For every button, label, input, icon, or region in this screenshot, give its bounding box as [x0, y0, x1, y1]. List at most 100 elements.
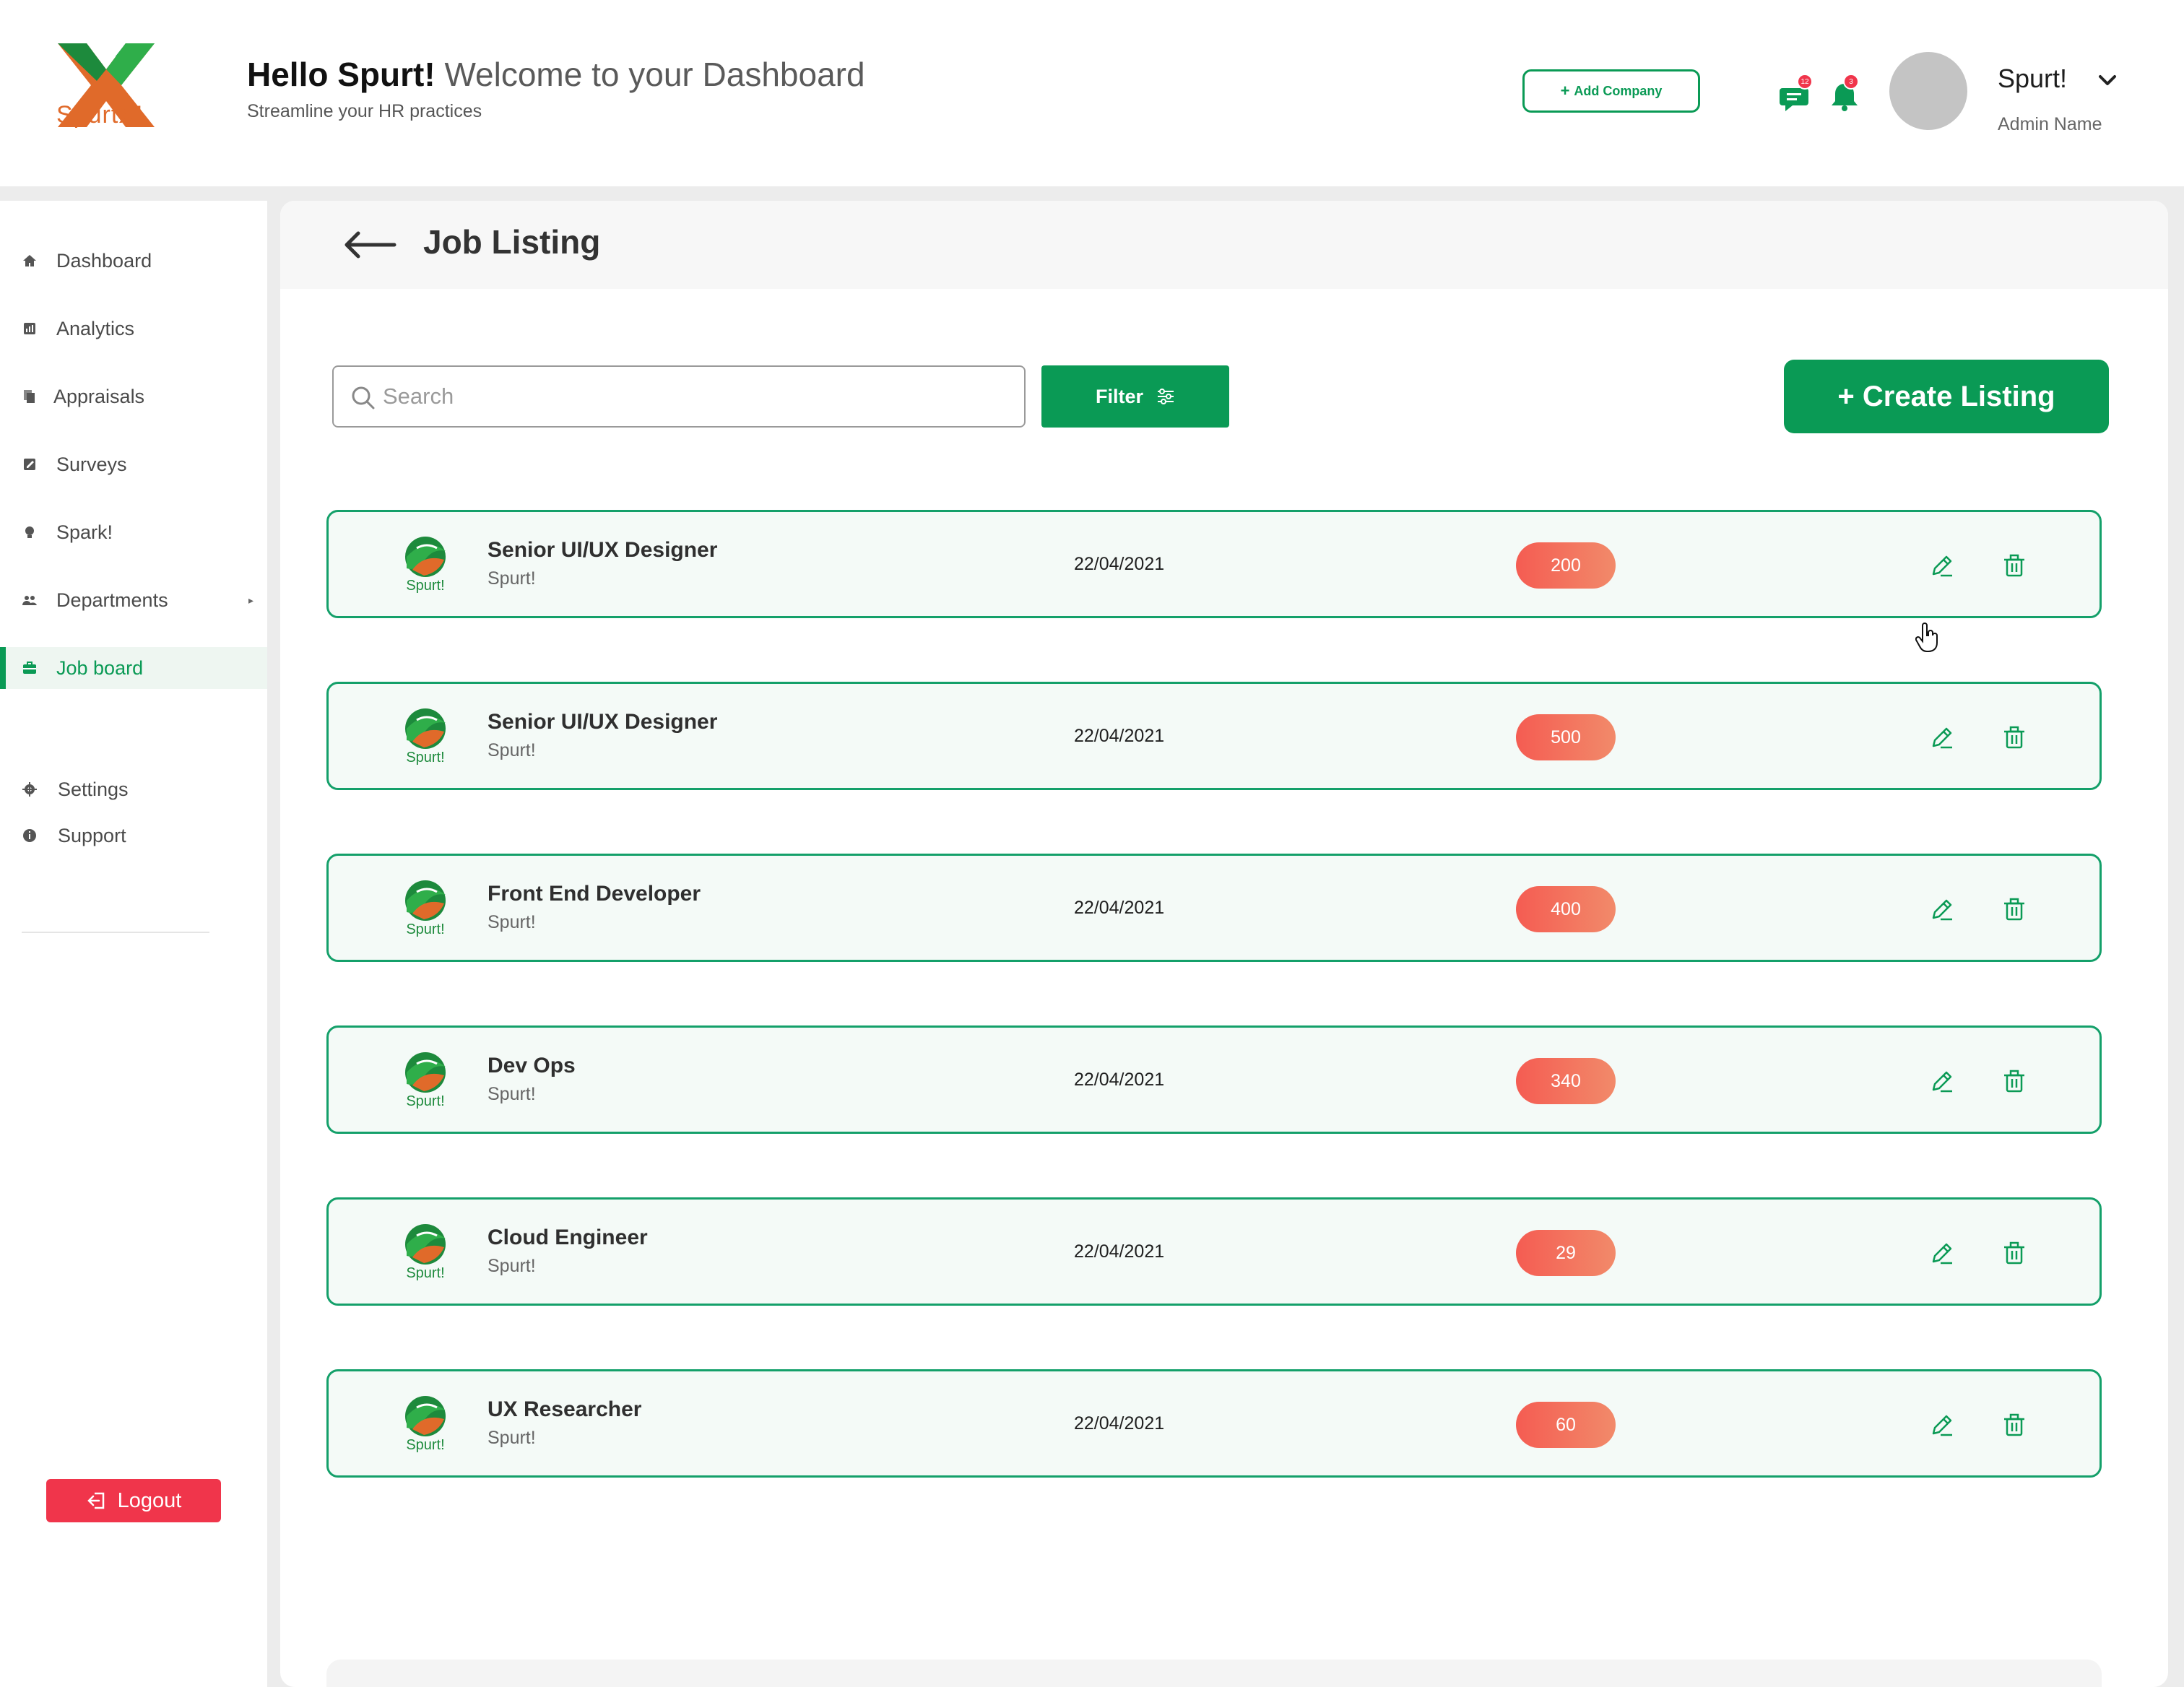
job-company: Spurt! [488, 1256, 536, 1276]
main-panel: Job Listing Filter + Create Listing Spur… [280, 201, 2168, 1687]
sidebar-item-label: Dashboard [56, 249, 152, 272]
notifications-badge: 3 [1843, 74, 1859, 90]
add-company-label: Add Company [1574, 83, 1663, 98]
messages-badge: 12 [1797, 74, 1813, 90]
trash-icon[interactable] [2001, 1068, 2027, 1094]
job-title: Dev Ops [488, 1054, 576, 1077]
trash-icon[interactable] [2001, 724, 2027, 750]
company-logo: Spurt! [405, 1224, 446, 1280]
search-icon [352, 386, 375, 409]
trash-icon[interactable] [2001, 1412, 2027, 1438]
spark-icon [25, 526, 34, 538]
applicant-count-badge[interactable]: 60 [1516, 1402, 1616, 1448]
company-logo-text: Spurt! [406, 1437, 444, 1452]
edit-icon[interactable] [1929, 896, 1955, 922]
company-logo-text: Spurt! [406, 1093, 444, 1109]
create-listing-button[interactable]: + Create Listing [1784, 360, 2109, 433]
survey-icon [24, 459, 35, 470]
edit-icon[interactable] [1929, 724, 1955, 750]
search-box[interactable] [332, 365, 1026, 428]
logout-icon [87, 1492, 104, 1509]
sliders-icon [1158, 389, 1174, 404]
sidebar-item-label: Appraisals [53, 385, 145, 407]
edit-icon[interactable] [1929, 552, 1955, 578]
applicant-count-badge[interactable]: 340 [1516, 1058, 1616, 1104]
caret-right-icon: ▸ [248, 594, 254, 606]
sidebar-item-label: Surveys [56, 453, 127, 475]
trash-icon[interactable] [2001, 1240, 2027, 1266]
job-card[interactable]: Spurt! Senior UI/UX Designer Spurt! 22/0… [326, 510, 2102, 618]
sidebar-item-appraisals[interactable]: Appraisals [0, 376, 267, 417]
scroll-footer [326, 1660, 2102, 1687]
job-company: Spurt! [488, 912, 536, 932]
plus-icon: + [1560, 82, 1570, 100]
job-card[interactable]: Spurt! Cloud Engineer Spurt! 22/04/2021 … [326, 1197, 2102, 1306]
applicant-count-badge[interactable]: 29 [1516, 1230, 1616, 1276]
company-logo-text: Spurt! [406, 578, 444, 593]
logo-text: SpurtX! [56, 101, 144, 129]
sidebar-item-dashboard[interactable]: Dashboard [0, 240, 267, 282]
briefcase-icon [23, 662, 36, 674]
greeting: Hello Spurt! Welcome to your Dashboard [247, 55, 865, 94]
job-card[interactable]: Spurt! Senior UI/UX Designer Spurt! 22/0… [326, 682, 2102, 790]
sidebar-item-support[interactable]: Support [0, 815, 267, 856]
gear-icon [22, 782, 37, 797]
user-name[interactable]: Spurt! [1998, 64, 2067, 94]
applicant-count-badge[interactable]: 200 [1516, 542, 1616, 589]
people-icon [22, 596, 37, 605]
job-title: Front End Developer [488, 882, 701, 906]
applicant-count-badge[interactable]: 400 [1516, 886, 1616, 932]
filter-button[interactable]: Filter [1041, 365, 1229, 428]
sidebar-item-label: Departments [56, 589, 168, 611]
company-logo: Spurt! [405, 537, 446, 593]
search-input[interactable] [383, 367, 1011, 426]
sidebar-item-settings[interactable]: Settings [0, 768, 267, 810]
logout-button[interactable]: Logout [46, 1479, 221, 1522]
job-card[interactable]: Spurt! UX Researcher Spurt! 22/04/2021 6… [326, 1369, 2102, 1478]
job-company: Spurt! [488, 1084, 536, 1104]
add-company-button[interactable]: + Add Company [1522, 69, 1700, 113]
job-date: 22/04/2021 [1074, 1241, 1165, 1262]
sidebar-item-spark[interactable]: Spark! [0, 511, 267, 553]
sidebar-item-label: Support [58, 824, 126, 846]
job-company: Spurt! [488, 740, 536, 760]
divider [22, 932, 209, 933]
sidebar-item-analytics[interactable]: Analytics [0, 308, 267, 350]
filter-label: Filter [1095, 385, 1143, 407]
info-icon [23, 829, 36, 842]
back-arrow-icon[interactable] [341, 227, 399, 263]
analytics-icon [24, 323, 35, 334]
logout-label: Logout [117, 1488, 182, 1512]
sidebar-item-label: Job board [56, 656, 144, 679]
top-header: SpurtX! Hello Spurt! Welcome to your Das… [0, 0, 2184, 186]
job-date: 22/04/2021 [1074, 726, 1165, 746]
avatar[interactable] [1889, 52, 1967, 130]
job-title: UX Researcher [488, 1397, 642, 1421]
trash-icon[interactable] [2001, 896, 2027, 922]
job-card[interactable]: Spurt! Front End Developer Spurt! 22/04/… [326, 854, 2102, 962]
sidebar-item-job-board[interactable]: Job board [0, 647, 267, 689]
page-header: Job Listing [280, 201, 2168, 289]
sidebar-item-surveys[interactable]: Surveys [0, 443, 267, 485]
job-company: Spurt! [488, 1428, 536, 1448]
sidebar-item-departments[interactable]: Departments ▸ [0, 579, 267, 621]
job-title: Senior UI/UX Designer [488, 538, 718, 562]
applicant-count-badge[interactable]: 500 [1516, 714, 1616, 760]
job-date: 22/04/2021 [1074, 898, 1165, 918]
company-logo: Spurt! [405, 708, 446, 765]
company-logo-text: Spurt! [406, 1265, 444, 1280]
job-title: Senior UI/UX Designer [488, 710, 718, 734]
job-company: Spurt! [488, 568, 536, 589]
greeting-name: Hello Spurt! [247, 56, 436, 93]
edit-icon[interactable] [1929, 1068, 1955, 1094]
edit-icon[interactable] [1929, 1412, 1955, 1438]
edit-icon[interactable] [1929, 1240, 1955, 1266]
sidebar-item-label: Spark! [56, 521, 113, 543]
job-title: Cloud Engineer [488, 1226, 648, 1249]
sidebar-item-label: Analytics [56, 317, 135, 339]
trash-icon[interactable] [2001, 552, 2027, 578]
chevron-down-icon[interactable] [2096, 69, 2119, 92]
hand-cursor-icon [1915, 623, 1938, 652]
company-logo-text: Spurt! [406, 921, 444, 937]
job-card[interactable]: Spurt! Dev Ops Spurt! 22/04/2021 340 [326, 1025, 2102, 1134]
